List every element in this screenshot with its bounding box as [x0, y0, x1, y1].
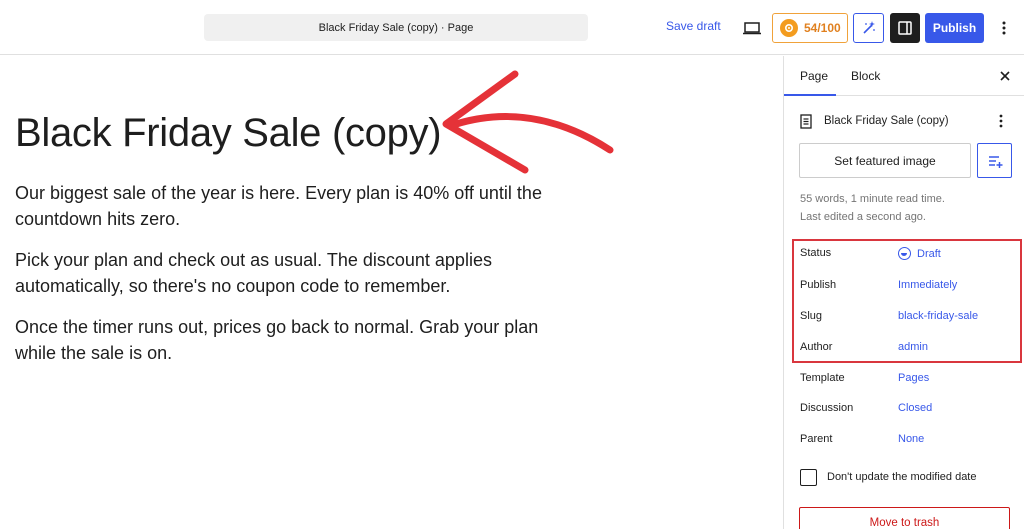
- modified-date-checkbox[interactable]: [800, 469, 817, 486]
- post-title[interactable]: Black Friday Sale (copy): [15, 111, 442, 156]
- status-label: Status: [800, 247, 832, 259]
- page-icon: [800, 113, 812, 129]
- editor-header: Black Friday Sale (copy) · Page Save dra…: [0, 0, 1024, 55]
- close-sidebar-button[interactable]: [995, 66, 1015, 86]
- settings-sidebar-toggle[interactable]: [890, 13, 920, 43]
- settings-sidebar: Page Block Black Friday Sale (copy) Set …: [783, 56, 1024, 529]
- score-value: 54/100: [804, 21, 841, 35]
- publish-date-value[interactable]: Immediately: [898, 279, 957, 291]
- modified-date-label: Don't update the modified date: [827, 471, 977, 483]
- discussion-value[interactable]: Closed: [898, 402, 932, 414]
- active-tab-indicator: [784, 94, 836, 96]
- more-vertical-icon: [1002, 21, 1006, 35]
- score-icon: [780, 19, 798, 37]
- list-view-button[interactable]: [977, 143, 1012, 178]
- parent-value[interactable]: None: [898, 433, 924, 445]
- move-to-trash-button[interactable]: Move to trash: [799, 507, 1010, 529]
- sidebar-toggle-icon: [898, 21, 912, 35]
- set-featured-image-button[interactable]: Set featured image: [799, 143, 971, 178]
- discussion-label: Discussion: [800, 402, 854, 414]
- document-title-bar[interactable]: Black Friday Sale (copy) · Page: [204, 14, 588, 41]
- tab-page[interactable]: Page: [800, 69, 828, 83]
- desktop-icon[interactable]: [742, 18, 762, 38]
- slug-value[interactable]: black-friday-sale: [898, 310, 978, 322]
- word-count: 55 words, 1 minute read time.: [800, 193, 945, 205]
- author-value[interactable]: admin: [898, 341, 928, 353]
- template-value[interactable]: Pages: [898, 372, 929, 384]
- paragraph-block[interactable]: Once the timer runs out, prices go back …: [15, 314, 560, 366]
- document-summary: Black Friday Sale (copy): [800, 112, 1015, 130]
- list-add-icon: [988, 155, 1002, 168]
- editor-canvas: Black Friday Sale (copy) Our biggest sal…: [0, 56, 783, 529]
- draft-status-icon: [898, 247, 911, 260]
- publish-label: Publish: [800, 279, 837, 291]
- seo-score-button[interactable]: 54/100: [772, 13, 848, 43]
- author-label: Author: [800, 341, 833, 353]
- close-icon: [1000, 71, 1010, 81]
- document-title: Black Friday Sale (copy): [824, 115, 949, 127]
- status-text: Draft: [917, 247, 941, 260]
- paragraph-block[interactable]: Pick your plan and check out as usual. T…: [15, 247, 560, 299]
- tab-block[interactable]: Block: [851, 69, 880, 83]
- more-vertical-icon: [999, 114, 1003, 128]
- annotation-arrow: [442, 70, 614, 174]
- ai-assistant-button[interactable]: [853, 13, 884, 43]
- ai-wand-icon: [862, 21, 875, 34]
- save-draft-button[interactable]: Save draft: [666, 19, 721, 33]
- document-actions-button[interactable]: [995, 111, 1007, 131]
- more-options-button[interactable]: [994, 14, 1014, 42]
- slug-label: Slug: [800, 310, 823, 322]
- template-label: Template: [800, 372, 845, 384]
- parent-label: Parent: [800, 433, 833, 445]
- sidebar-tabs: Page Block: [784, 56, 1024, 96]
- last-edited: Last edited a second ago.: [800, 211, 926, 223]
- publish-button[interactable]: Publish: [925, 13, 984, 43]
- status-value[interactable]: Draft: [898, 247, 941, 260]
